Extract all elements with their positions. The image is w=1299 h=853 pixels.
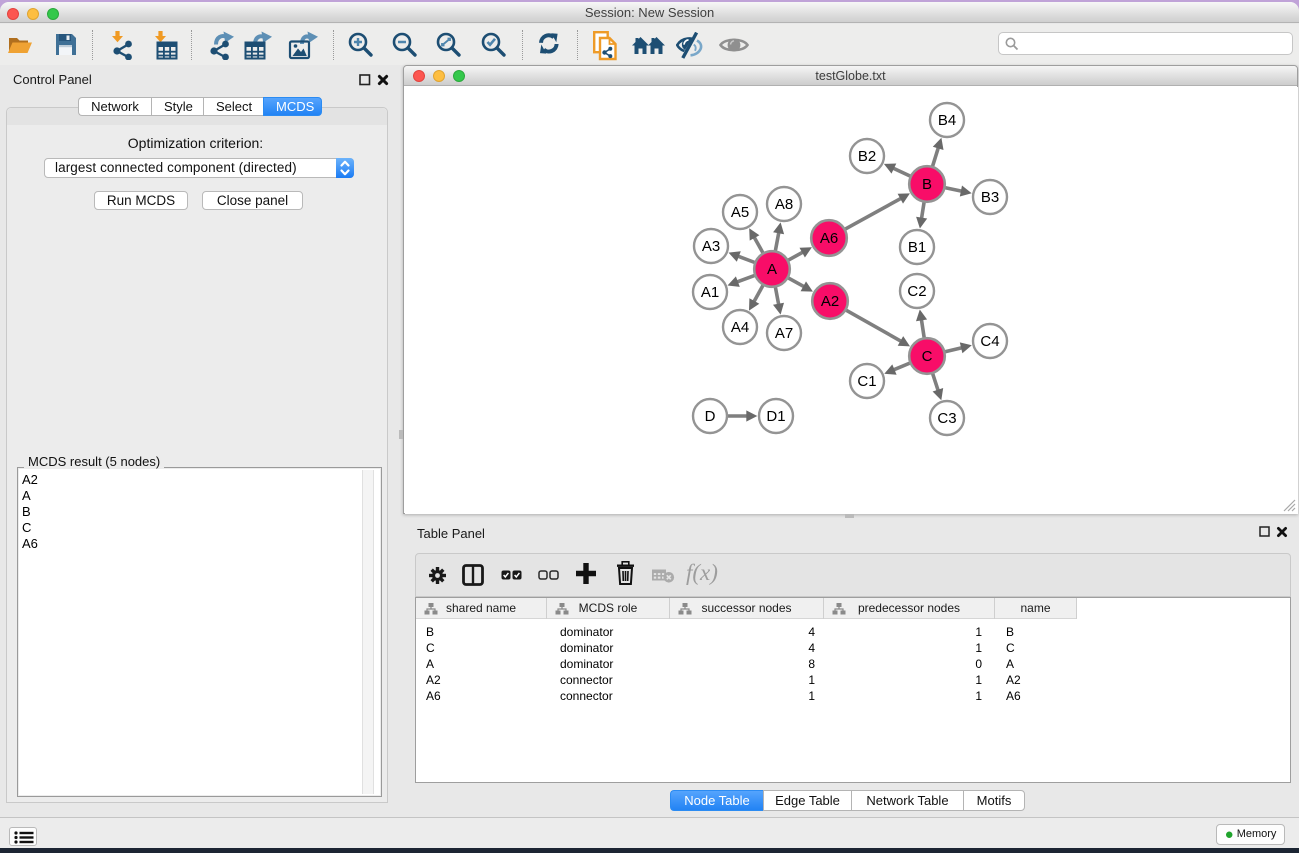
svg-text:B2: B2: [858, 148, 876, 165]
svg-text:B1: B1: [908, 239, 926, 256]
svg-text:B4: B4: [938, 112, 956, 129]
svg-text:A1: A1: [701, 284, 719, 301]
svg-text:D: D: [705, 408, 716, 425]
svg-text:A4: A4: [731, 319, 749, 336]
svg-text:A7: A7: [775, 325, 793, 342]
svg-text:A3: A3: [702, 238, 720, 255]
svg-text:C4: C4: [980, 333, 999, 350]
svg-text:A2: A2: [821, 293, 839, 310]
svg-text:C: C: [922, 348, 933, 365]
svg-text:A6: A6: [820, 230, 838, 247]
svg-text:C3: C3: [937, 410, 956, 427]
svg-text:B3: B3: [981, 189, 999, 206]
svg-text:C1: C1: [857, 373, 876, 390]
svg-text:D1: D1: [766, 408, 785, 425]
svg-text:C2: C2: [907, 283, 926, 300]
svg-text:A8: A8: [775, 196, 793, 213]
svg-text:A: A: [767, 261, 777, 278]
svg-text:B: B: [922, 176, 932, 193]
svg-text:A5: A5: [731, 204, 749, 221]
